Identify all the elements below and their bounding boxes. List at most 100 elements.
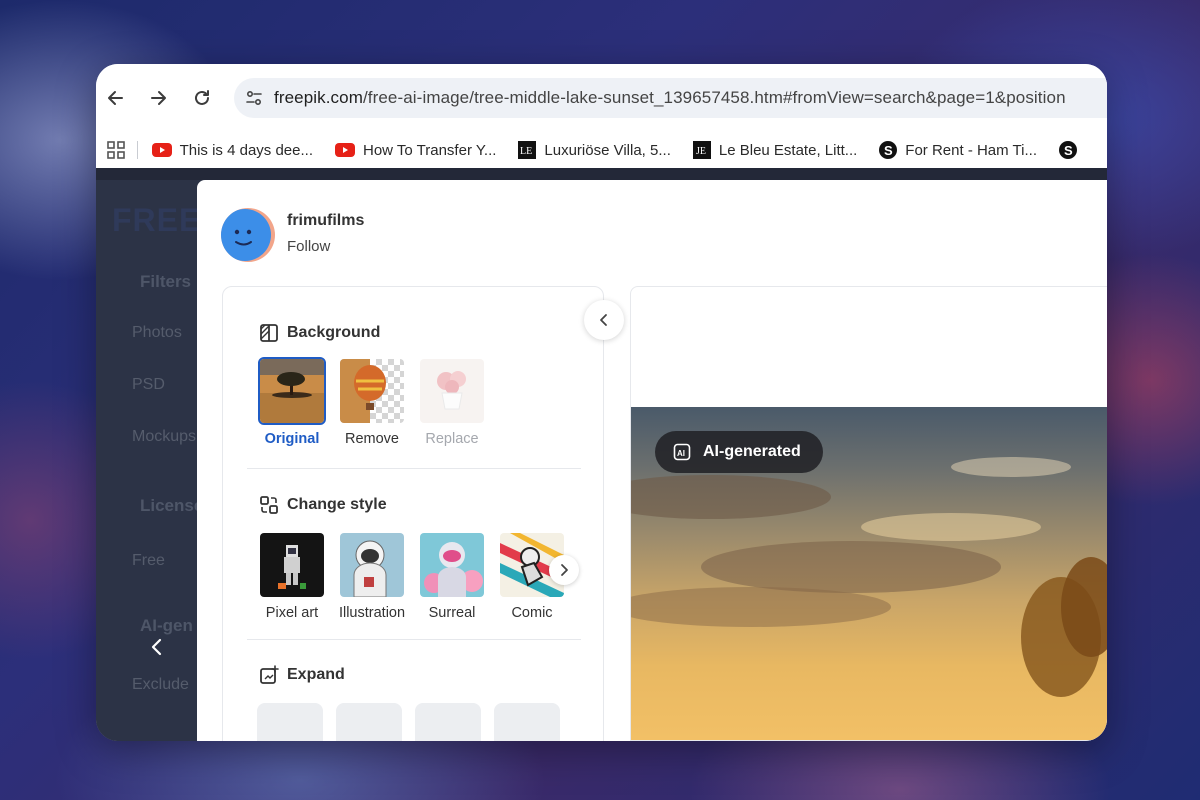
svg-text:LE: LE [520,146,532,157]
filter-photos[interactable]: Photos [132,324,182,342]
background-icon [259,323,279,343]
bookmark-item[interactable]: How To Transfer Y... [335,142,496,159]
change-style-icon [259,495,279,515]
change-style-section-title: Change style [259,495,387,515]
reload-button[interactable] [188,84,216,112]
browser-window: freepik.com/free-ai-image/tree-middle-la… [96,64,1107,741]
bookmark-label: This is 4 days dee... [179,141,313,159]
style-pixel-art-option[interactable]: Pixel art [257,531,327,621]
expand-option[interactable] [415,703,481,741]
youtube-icon [335,143,355,157]
option-label: Surreal [428,605,476,621]
svg-text:S: S [884,143,893,158]
bookmark-label: How To Transfer Y... [363,141,497,159]
forward-button[interactable] [144,84,172,112]
address-bar[interactable]: freepik.com/free-ai-image/tree-middle-la… [234,78,1107,118]
background-options: Original Remove Replace [257,357,497,447]
option-label: Remove [345,431,399,447]
url-text: freepik.com/free-ai-image/tree-middle-la… [274,88,1066,108]
author-avatar[interactable] [221,208,275,262]
background-title-text: Background [287,324,381,341]
bookmark-item[interactable]: S For Rent - Ham Ti... [879,141,1037,159]
filter-exclude[interactable]: Exclude [132,676,189,694]
chevron-left-icon [600,314,607,326]
edit-tools-panel: Background Original Remove Replace Chang… [222,286,604,741]
illustration-thumbnail [338,531,406,599]
collapse-panel-button[interactable] [584,300,624,340]
original-thumbnail [258,357,326,425]
background-original-option[interactable]: Original [257,357,327,447]
back-button[interactable] [102,84,130,112]
section-divider [247,468,581,469]
background-replace-option[interactable]: Replace [417,357,487,447]
filters-heading[interactable]: Filters [140,272,191,292]
svg-text:JE: JE [696,146,706,157]
site-settings-icon[interactable] [234,89,274,107]
bookmark-item[interactable]: This is 4 days dee... [151,141,313,159]
background-remove-option[interactable]: Remove [337,357,407,447]
site-logo: FREE [112,202,202,238]
ai-icon: AI [673,443,691,461]
ai-generated-badge: AI AI-generated [655,431,823,473]
bookmark-item[interactable]: S [1059,141,1085,159]
pixel-art-thumbnail [258,531,326,599]
style-illustration-option[interactable]: Illustration [337,531,407,621]
reload-icon [195,90,209,105]
remove-thumbnail [338,357,406,425]
style-options: Pixel art Illustration Surreal Comic [257,531,577,621]
url-domain: freepik.com [274,88,363,107]
expand-title-text: Expand [287,666,345,683]
chevron-right-icon [561,564,568,576]
expand-option[interactable] [494,703,560,741]
expand-option[interactable] [336,703,402,741]
option-label: Comic [511,605,553,621]
option-label: Pixel art [265,605,319,621]
filter-free[interactable]: Free [132,552,165,570]
expand-section-title: Expand [259,665,345,685]
site-header [96,168,1107,180]
replace-thumbnail [418,357,486,425]
change-style-title-text: Change style [287,496,387,513]
option-label: Replace [425,431,479,447]
le-logo-icon: LE [518,141,537,159]
le-logo-icon: JE [692,141,711,159]
browser-toolbar: freepik.com/free-ai-image/tree-middle-la… [96,64,1107,132]
follow-button[interactable]: Follow [287,238,330,255]
ai-badge-label: AI-generated [703,443,801,460]
author-name[interactable]: frimufilms [287,212,364,230]
close-modal-button[interactable] [146,636,168,663]
filter-psd[interactable]: PSD [132,376,165,394]
bookmarks-bar: This is 4 days dee... How To Transfer Y.… [96,132,1107,168]
filter-mockups[interactable]: Mockups [132,428,196,446]
preview-image[interactable]: AI AI-generated [631,407,1107,740]
option-label: Illustration [338,605,406,621]
expand-icon [259,665,279,685]
expand-options [257,703,573,741]
image-preview: AI AI-generated [630,286,1107,741]
bookmarks-divider [136,141,138,159]
svg-text:AI: AI [677,449,685,458]
license-heading: License [140,496,204,515]
bookmark-label: Le Bleu Estate, Litt... [718,141,858,159]
section-divider [247,639,581,640]
chevron-left-icon [151,638,162,656]
bookmark-label: For Rent - Ham Ti... [905,141,1037,159]
option-label: Original [264,431,320,447]
surreal-thumbnail [418,531,486,599]
url-path: /free-ai-image/tree-middle-lake-sunset_1… [362,88,1066,107]
background-section-title: Background [259,323,380,343]
dollar-logo-icon: S [879,141,898,159]
page-content: FREE Filters Photos PSD Mockups License … [96,168,1107,741]
svg-text:S: S [1064,143,1073,158]
bookmark-item[interactable]: JE Le Bleu Estate, Litt... [692,141,858,159]
arrow-right-icon [151,91,166,105]
apps-grid-icon[interactable] [96,141,137,159]
expand-option[interactable] [257,703,323,741]
arrow-left-icon [108,91,123,105]
style-surreal-option[interactable]: Surreal [417,531,487,621]
youtube-icon [151,143,172,157]
dollar-logo-icon: S [1059,141,1077,159]
bookmark-label: Luxuriöse Villa, 5... [544,141,671,159]
styles-next-button[interactable] [549,555,579,585]
bookmark-item[interactable]: LE Luxuriöse Villa, 5... [518,141,671,159]
